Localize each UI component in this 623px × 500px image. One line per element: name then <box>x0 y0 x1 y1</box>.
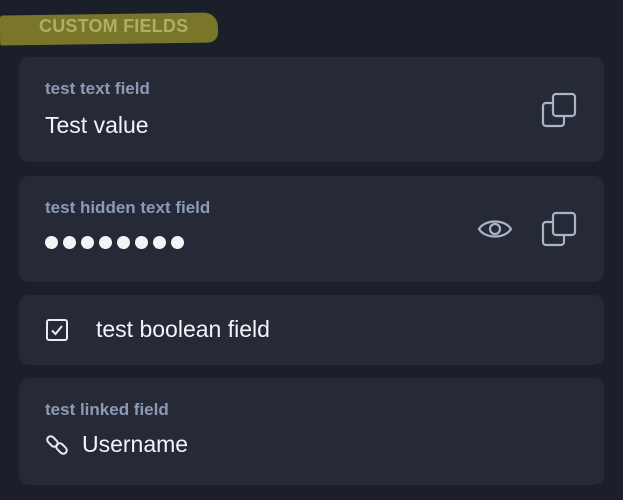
copy-icon[interactable] <box>541 92 577 128</box>
field-label: test linked field <box>45 400 169 419</box>
eye-icon[interactable] <box>477 214 513 244</box>
field-label: test hidden text field <box>45 198 211 217</box>
copy-icon[interactable] <box>541 211 577 247</box>
field-value[interactable]: Test value <box>45 112 149 139</box>
custom-field-boolean: test boolean field <box>19 295 604 365</box>
masked-value[interactable] <box>45 236 184 249</box>
mask-dot <box>81 236 94 249</box>
mask-dot <box>171 236 184 249</box>
custom-fields-panel: CUSTOM FIELDS test text field Test value… <box>0 0 623 500</box>
field-label: test text field <box>45 79 150 98</box>
field-value[interactable]: Username <box>82 431 188 458</box>
section-title: CUSTOM FIELDS <box>39 16 189 36</box>
custom-field-hidden: test hidden text field <box>19 176 604 282</box>
checkbox-checked-icon[interactable] <box>46 319 68 341</box>
section-header: CUSTOM FIELDS <box>0 0 220 50</box>
custom-field-linked: test linked field Username <box>19 378 604 485</box>
mask-dot <box>63 236 76 249</box>
mask-dot <box>99 236 112 249</box>
field-label: test boolean field <box>96 316 270 342</box>
mask-dot <box>135 236 148 249</box>
mask-dot <box>153 236 166 249</box>
mask-dot <box>45 236 58 249</box>
custom-field-text: test text field Test value <box>19 57 604 162</box>
link-icon <box>45 433 69 457</box>
mask-dot <box>117 236 130 249</box>
